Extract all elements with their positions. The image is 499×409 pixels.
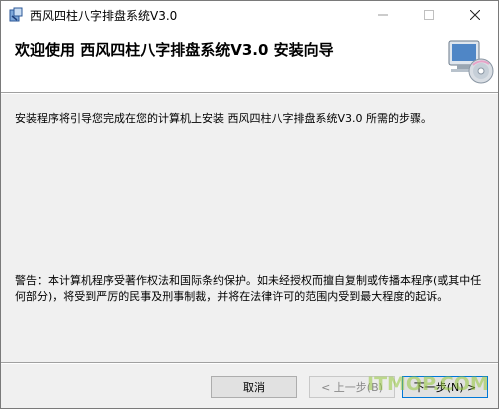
close-button[interactable] (452, 1, 498, 29)
header-divider (1, 92, 498, 94)
maximize-button[interactable] (406, 1, 452, 29)
computer-disc-icon (448, 40, 494, 84)
wizard-header-title: 欢迎使用 西风四柱八字排盘系统V3.0 安装向导 (15, 41, 334, 59)
close-icon (470, 10, 480, 20)
copyright-warning: 警告：本计算机程序受著作权法和国际条约保护。如未经授权而擅自复制或传播本程序(或… (15, 274, 482, 303)
wizard-header: 欢迎使用 西风四柱八字排盘系统V3.0 安装向导 (1, 29, 498, 92)
intro-text: 安装程序将引导您完成在您的计算机上安装 西风四柱八字排盘系统V3.0 所需的步骤… (15, 112, 433, 125)
installer-window: 西风四柱八字排盘系统V3.0 欢迎使用 西风四柱八字排盘系统V3.0 安装向导 … (0, 0, 499, 409)
title-bar[interactable]: 西风四柱八字排盘系统V3.0 (1, 1, 498, 29)
window-title: 西风四柱八字排盘系统V3.0 (30, 9, 178, 23)
maximize-icon (424, 10, 434, 20)
minimize-icon (378, 14, 388, 16)
installer-app-icon (9, 7, 23, 22)
cancel-button[interactable]: 取消 (211, 376, 297, 398)
minimize-button[interactable] (360, 1, 406, 29)
site-watermark: ITMOP.COM (367, 373, 489, 395)
footer-divider (1, 362, 498, 364)
